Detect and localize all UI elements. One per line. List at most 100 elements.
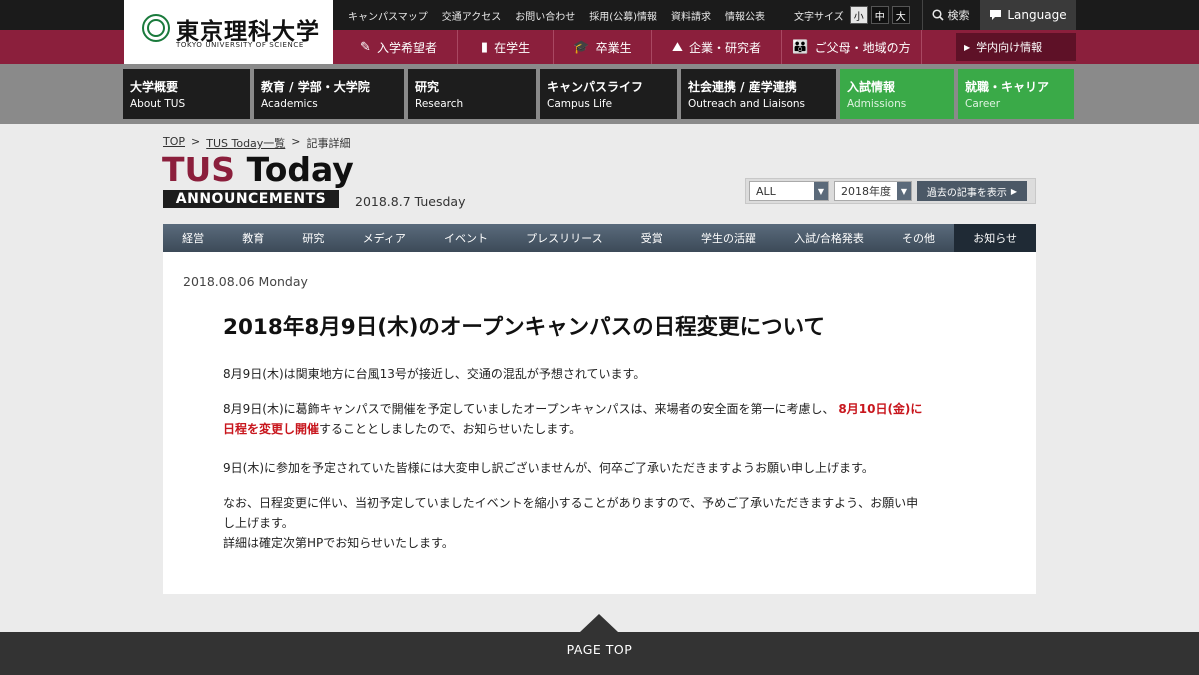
main-nav-admissions[interactable]: 入試情報 Admissions [840, 69, 954, 119]
main-nav-jp-label: キャンパスライフ [547, 80, 644, 94]
font-size-label: 文字サイズ [794, 11, 844, 23]
article-paragraph-3: 9日(木)に参加を予定されていた皆様には大変申し訳ございませんが、何卒ご了承いた… [223, 461, 874, 475]
search-icon [931, 9, 944, 21]
audience-parents-community[interactable]: 👪 ご父母・地域の方 [782, 30, 922, 64]
main-nav-en-label: Campus Life [547, 98, 613, 110]
category-tab-research[interactable]: 研究 [283, 224, 343, 252]
category-tab-student-activities[interactable]: 学生の活躍 [682, 224, 775, 252]
font-size-large-button[interactable]: 大 [891, 6, 910, 24]
internal-info-link[interactable]: ▶ 学内向け情報 [956, 33, 1076, 61]
article: 2018.08.06 Monday 2018年8月9日(木)のオープンキャンパス… [163, 252, 1036, 594]
main-nav-jp-label: 教育 / 学部・大学院 [261, 80, 370, 94]
category-tab-other[interactable]: その他 [883, 224, 954, 252]
main-nav-research[interactable]: 研究 Research [408, 69, 536, 119]
link-recruitment[interactable]: 採用(公募)情報 [589, 8, 657, 23]
paragraph-text: することとしましたので、お知らせいたします。 [319, 422, 582, 436]
main-nav: 大学概要 About TUS 教育 / 学部・大学院 Academics 研究 … [123, 69, 1074, 119]
main-nav-en-label: Admissions [847, 98, 907, 110]
main-nav-jp-label: 入試情報 [847, 80, 896, 94]
main-nav-about[interactable]: 大学概要 About TUS [123, 69, 250, 119]
year-select-value: 2018年度 [841, 185, 891, 198]
university-logo[interactable]: 東京理科大学 TOKYO UNIVERSITY OF SCIENCE [124, 0, 333, 64]
font-size-switcher: 文字サイズ 小 中 大 [794, 0, 913, 30]
mountain-icon: ⛰ [672, 39, 683, 55]
link-campus-map[interactable]: キャンパスマップ [348, 8, 428, 23]
audience-label: 卒業生 [595, 40, 632, 55]
announcements-badge: ANNOUNCEMENTS [163, 190, 339, 208]
chevron-down-icon: ▼ [897, 182, 911, 200]
highlight-new-date: 8月10日(金)に [838, 402, 923, 416]
main-nav-en-label: About TUS [130, 98, 186, 110]
graduation-cap-icon: 🎓 [573, 39, 590, 55]
main-nav-jp-label: 研究 [415, 80, 440, 94]
main-nav-campus-life[interactable]: キャンパスライフ Campus Life [540, 69, 677, 119]
internal-info-label: 学内向け情報 [976, 41, 1043, 54]
category-tab-admissions-results[interactable]: 入試/合格発表 [775, 224, 883, 252]
category-tab-management[interactable]: 経営 [163, 224, 223, 252]
category-tab-events[interactable]: イベント [425, 224, 507, 252]
language-label: Language [1007, 8, 1067, 22]
breadcrumb-top-link[interactable]: TOP [163, 135, 185, 151]
category-tab-education[interactable]: 教育 [223, 224, 283, 252]
archive-filters: ALL ▼ 2018年度 ▼ 過去の記事を表示 ▶ [745, 178, 1036, 204]
font-size-small-button[interactable]: 小 [849, 6, 868, 24]
link-access[interactable]: 交通アクセス [442, 8, 502, 23]
audience-label: 企業・研究者 [688, 40, 761, 55]
main-nav-jp-label: 就職・キャリア [965, 80, 1050, 94]
category-select[interactable]: ALL ▼ [749, 181, 829, 201]
main-nav-career[interactable]: 就職・キャリア Career [958, 69, 1074, 119]
paragraph-text: 詳細は確定次第HPでお知らせいたします。 [223, 536, 454, 550]
breadcrumb-current: 記事詳細 [306, 137, 351, 150]
breadcrumb-list-link[interactable]: TUS Today一覧 [206, 135, 285, 151]
main-nav-en-label: Research [415, 98, 464, 110]
audience-companies-researchers[interactable]: ⛰ 企業・研究者 [652, 30, 782, 64]
audience-label: ご父母・地域の方 [814, 40, 911, 55]
main-nav-en-label: Academics [261, 98, 318, 110]
link-contact[interactable]: お問い合わせ [515, 8, 575, 23]
book-icon: ▮ [480, 39, 489, 55]
audience-nav: ✎ 入学希望者 ▮ 在学生 🎓 卒業生 ⛰ 企業・研究者 👪 ご父母・地域の方 [340, 30, 922, 64]
current-date: 2018.8.7 Tuesday [355, 194, 466, 209]
university-emblem-icon [142, 14, 170, 42]
chevron-right-icon: ▶ [1010, 186, 1018, 196]
utility-links: キャンパスマップ 交通アクセス お問い合わせ 採用(公募)情報 資料請求 情報公… [348, 0, 779, 30]
link-disclosure[interactable]: 情報公表 [725, 8, 765, 23]
year-select[interactable]: 2018年度 ▼ [834, 181, 912, 201]
search-button[interactable]: 検索 [922, 0, 978, 30]
family-icon: 👪 [792, 39, 809, 55]
chevron-right-icon: ▶ [964, 42, 971, 52]
main-nav-academics[interactable]: 教育 / 学部・大学院 Academics [254, 69, 404, 119]
title-today: Today [246, 150, 354, 189]
breadcrumb-separator: > [191, 135, 201, 148]
category-tab-press-release[interactable]: プレスリリース [507, 224, 622, 252]
main-nav-jp-label: 社会連携 / 産学連携 [688, 80, 797, 94]
chevron-down-icon: ▼ [814, 182, 828, 200]
font-size-medium-button[interactable]: 中 [870, 6, 889, 24]
search-label: 検索 [947, 9, 970, 22]
speech-bubble-icon [990, 10, 1002, 20]
paragraph-text: 8月9日(木)に葛飾キャンパスで開催を予定していましたオープンキャンパスは、来場… [223, 402, 835, 416]
article-paragraph-1: 8月9日(木)は関東地方に台風13号が接近し、交通の混乱が予想されています。 [223, 367, 646, 381]
audience-prospective-students[interactable]: ✎ 入学希望者 [340, 30, 458, 64]
article-paragraph-4: なお、日程変更に伴い、当初予定していましたイベントを縮小することがありますので、… [223, 493, 983, 553]
paragraph-text: し上げます。 [223, 516, 294, 530]
page-top-button[interactable]: PAGE TOP [0, 642, 1199, 657]
main-nav-outreach[interactable]: 社会連携 / 産学連携 Outreach and Liaisons [681, 69, 836, 119]
main-nav-en-label: Outreach and Liaisons [688, 98, 806, 110]
breadcrumb: TOP > TUS Today一覧 > 記事詳細 [163, 135, 351, 151]
audience-current-students[interactable]: ▮ 在学生 [458, 30, 554, 64]
audience-alumni[interactable]: 🎓 卒業生 [554, 30, 652, 64]
article-date: 2018.08.06 Monday [183, 274, 308, 289]
tus-today-title: TUS Today [162, 150, 354, 190]
language-button[interactable]: Language [980, 0, 1076, 30]
pencil-icon: ✎ [360, 39, 371, 55]
audience-label: 在学生 [494, 40, 531, 55]
main-nav-jp-label: 大学概要 [130, 80, 179, 94]
highlight-rescheduled: 日程を変更し開催 [223, 422, 320, 436]
category-tab-media[interactable]: メディア [344, 224, 425, 252]
category-tab-announcements[interactable]: お知らせ [954, 224, 1037, 252]
show-past-articles-button[interactable]: 過去の記事を表示 ▶ [917, 181, 1027, 201]
link-request-materials[interactable]: 資料請求 [671, 8, 711, 23]
category-nav: 経営 教育 研究 メディア イベント プレスリリース 受賞 学生の活躍 入試/合… [163, 224, 1037, 252]
category-tab-awards[interactable]: 受賞 [622, 224, 682, 252]
